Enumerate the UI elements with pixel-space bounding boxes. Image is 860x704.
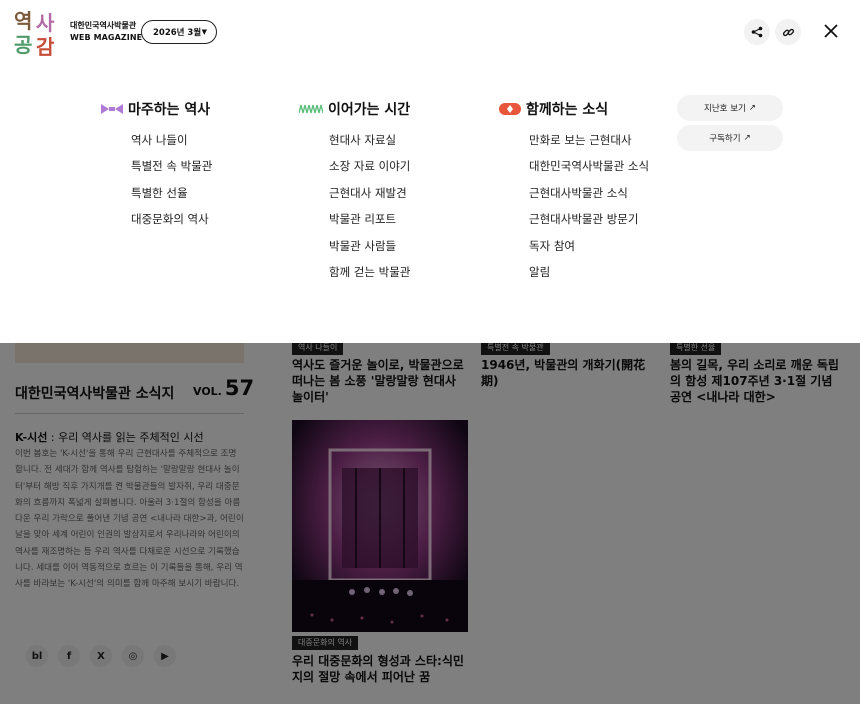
menu-item[interactable]: 현대사 자료실 xyxy=(329,132,396,148)
brand-name-ko: 대한민국역사박물관 xyxy=(70,21,137,30)
subscribe-label: 구독하기 xyxy=(709,134,741,144)
past-issues-button[interactable]: 지난호 보기 ↗ xyxy=(677,95,783,121)
menu-category-news[interactable]: 함께하는 소식 xyxy=(499,99,608,119)
menu-item[interactable]: 대중문화의 역사 xyxy=(131,211,209,227)
menu-item[interactable]: 특별전 속 박물관 xyxy=(131,158,212,174)
svg-text:감: 감 xyxy=(36,35,55,56)
external-arrow-icon: ↗ xyxy=(743,133,751,143)
category-title: 함께하는 소식 xyxy=(526,102,609,118)
wave-icon xyxy=(101,104,123,114)
external-arrow-icon: ↗ xyxy=(748,103,756,113)
menu-item[interactable]: 근현대사박물관 방문기 xyxy=(529,211,638,227)
category-title: 이어가는 시간 xyxy=(328,102,411,118)
category-title: 마주하는 역사 xyxy=(128,102,211,118)
brand-name-en: WEB MAGAZINE xyxy=(70,33,143,42)
zigzag-icon xyxy=(299,104,323,114)
menu-item[interactable]: 알림 xyxy=(529,264,550,280)
menu-item[interactable]: 독자 참여 xyxy=(529,238,575,254)
menu-item[interactable]: 박물관 리포트 xyxy=(329,211,396,227)
menu-item[interactable]: 함께 걷는 박물관 xyxy=(329,264,410,280)
link-icon xyxy=(782,28,794,36)
past-issues-label: 지난호 보기 xyxy=(704,104,746,114)
svg-text:역: 역 xyxy=(14,9,32,33)
menu-item[interactable]: 만화로 보는 근현대사 xyxy=(529,132,632,148)
menu-item[interactable]: 박물관 사람들 xyxy=(329,238,396,254)
brackets-icon xyxy=(499,103,521,115)
menu-category-history[interactable]: 마주하는 역사 xyxy=(101,99,210,119)
menu-item[interactable]: 특별한 선율 xyxy=(131,185,188,201)
close-button[interactable] xyxy=(818,18,844,44)
share-button[interactable] xyxy=(744,19,770,45)
menu-category-time[interactable]: 이어가는 시간 xyxy=(299,99,410,119)
caret-down-icon: ▼ xyxy=(201,28,207,36)
copy-link-button[interactable] xyxy=(775,19,801,45)
menu-panel: 역 사 공 감 대한민국역사박물관 WEB MAGAZINE 2026년 3월 … xyxy=(0,0,860,343)
issue-select[interactable]: 2026년 3월 ▼ xyxy=(141,20,217,44)
subscribe-button[interactable]: 구독하기 ↗ xyxy=(677,125,783,151)
menu-item[interactable]: 소장 자료 이야기 xyxy=(329,158,410,174)
svg-text:공: 공 xyxy=(14,33,32,56)
close-icon xyxy=(824,24,838,38)
menu-item[interactable]: 근현대사 재발견 xyxy=(329,185,407,201)
issue-select-value: 2026년 3월 xyxy=(153,28,202,38)
brand: 대한민국역사박물관 WEB MAGAZINE xyxy=(70,20,142,44)
menu-item[interactable]: 역사 나들이 xyxy=(131,132,188,148)
share-icon xyxy=(751,26,763,38)
svg-text:사: 사 xyxy=(36,11,55,35)
magazine-logo[interactable]: 역 사 공 감 xyxy=(14,8,62,59)
menu-item[interactable]: 근현대사박물관 소식 xyxy=(529,185,628,201)
menu-item[interactable]: 대한민국역사박물관 소식 xyxy=(529,158,649,174)
